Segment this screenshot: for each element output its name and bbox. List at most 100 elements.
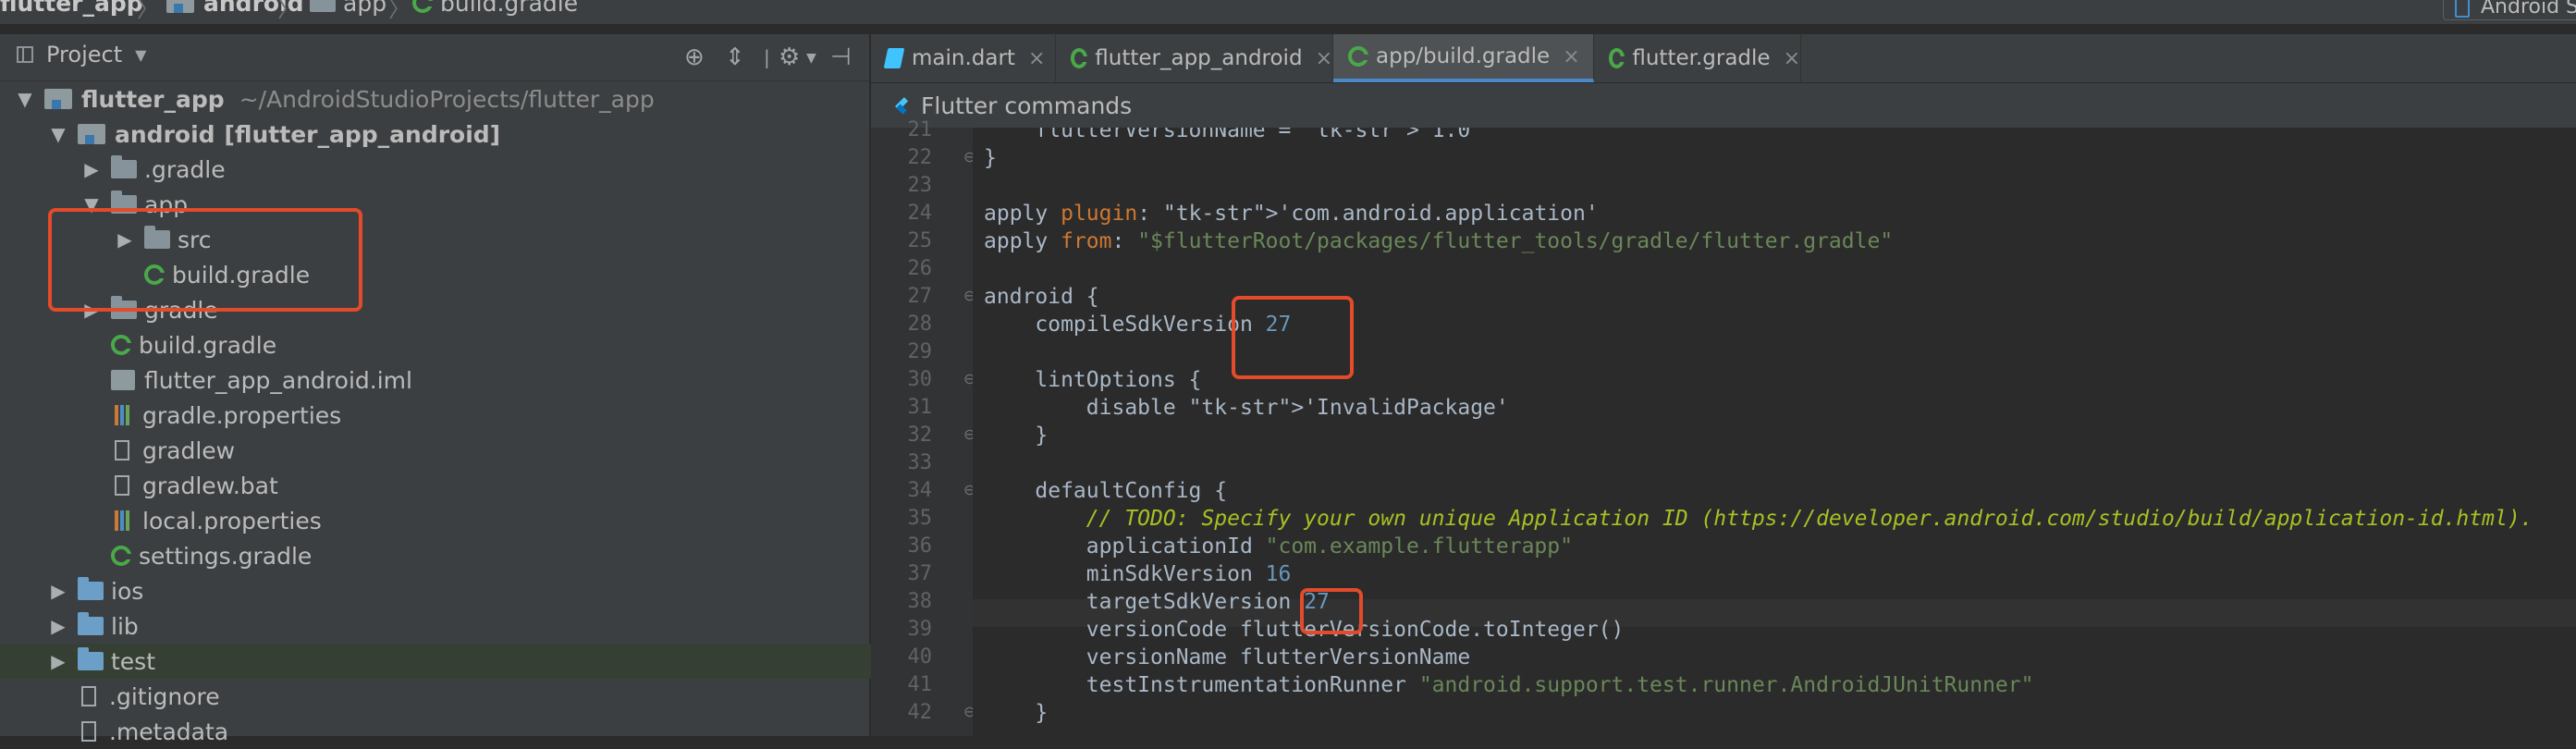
collapse-icon[interactable]: ⇕ [725,43,745,71]
code-line: applicationId "com.example.flutterapp" [984,534,1573,559]
tree-item-label: flutter_app [81,85,225,113]
gradle-icon [111,335,131,355]
code-line: // TODO: Specify your own unique Applica… [1086,507,2533,531]
gradle-icon [1609,48,1625,68]
line-number: 40 [907,645,933,669]
file-icon [115,475,129,496]
line-number: 31 [907,396,933,419]
tree-item[interactable]: local.properties [0,503,951,538]
code-line: testInstrumentationRunner "android.suppo… [984,673,2034,697]
line-number: 27 [907,285,933,308]
iml-icon [111,370,135,390]
tree-item[interactable]: ▼ android [flutter_app_android] [0,117,917,152]
project-view-selector[interactable]: Project ▼ [17,42,146,68]
breadcrumb-item[interactable]: build.gradle [412,0,578,17]
tree-item[interactable]: settings.gradle [0,538,951,573]
line-number: 34 [907,479,933,502]
tree-item[interactable]: ▶ lib [0,608,917,644]
device-selector-label: Android S [2481,0,2576,18]
tab-label: flutter.gradle [1632,46,1771,70]
tree-item-label: settings.gradle [139,542,313,570]
breadcrumb-separator: 〉 [277,0,300,22]
tree-item-label: build.gradle [139,331,277,359]
tree-item-label: test [111,647,156,675]
flutter-icon [893,95,906,116]
tree-item-label: .gitignore [109,682,220,710]
close-icon[interactable]: × [1028,47,1045,70]
code-line: targetSdkVersion 27 [984,590,1330,614]
highlight-box [1232,296,1354,379]
hide-icon[interactable]: ⊣ [830,43,852,71]
line-number: 36 [907,534,933,558]
breadcrumb-separator: 〉 [137,0,159,22]
line-number-gutter: 21 22 ⊖ 23 24 25 26 27 ⊖ 28 29 30 ⊖ 31 32 ⊖ 33 34 ⊖ 35 36 37 3… [871,118,975,736]
tab-label: flutter_app_android [1095,46,1303,70]
code-line: apply plugin: "tk-str">'com.android.appl… [984,202,1599,226]
file-icon [81,686,96,706]
tree-item-label: gradle.properties [142,401,342,429]
chevron-down-icon[interactable]: ▼ [806,51,816,66]
breadcrumb-item[interactable]: app [310,0,386,17]
gradle-icon [1071,48,1088,68]
flutter-commands-bar[interactable]: Flutter commands [871,83,2576,128]
navigation-bar: flutter_app 〉 android 〉 app 〉 build.grad… [0,0,2576,25]
gear-icon[interactable]: ⚙ [779,43,800,71]
expand-arrow-right-icon[interactable]: ▶ [81,158,102,180]
code-line: minSdkVersion 16 [984,562,1292,586]
expand-arrow-right-icon[interactable]: ▶ [48,580,68,602]
file-icon [81,721,96,742]
code-line: defaultConfig { [984,479,1228,503]
close-icon[interactable]: × [1316,47,1332,70]
code-line: apply from: "$flutterRoot/packages/flutt… [984,229,1894,253]
line-number: 29 [907,340,933,363]
tree-item-label: flutter_app_android.iml [144,366,412,394]
phone-icon [2455,0,2470,18]
tree-item[interactable]: gradle.properties [0,398,951,433]
folder-icon [111,155,137,178]
expand-arrow-right-icon[interactable]: ▶ [48,650,68,672]
line-number: 25 [907,229,933,252]
tab-label: app/build.gradle [1376,44,1551,68]
line-number: 21 [907,118,933,141]
tree-item[interactable]: .metadata [0,714,917,749]
code-line: } [984,146,997,170]
tree-item[interactable]: ▶ .gradle [0,152,951,187]
expand-arrow-down-icon[interactable]: ▼ [48,123,68,145]
module-icon [44,89,72,109]
expand-arrow-right-icon[interactable]: ▶ [48,615,68,637]
tab-main-dart[interactable]: main.dart × [871,34,1056,82]
line-number: 42 [907,701,933,724]
gradle-icon [1348,46,1368,67]
tree-item[interactable]: ▶ ios [0,573,917,608]
tree-item[interactable]: ▶ test [0,644,917,679]
tab-label: main.dart [912,46,1015,70]
breadcrumb-label: build.gradle [440,0,579,17]
line-number: 22 [907,146,933,169]
tab-flutter-gradle[interactable]: flutter.gradle × [1594,34,1801,82]
tab-flutter-app-android[interactable]: flutter_app_android × [1056,34,1333,82]
target-icon[interactable]: ⊕ [684,43,705,71]
line-number: 26 [907,257,933,280]
expand-arrow-down-icon[interactable]: ▼ [15,88,35,110]
tree-item[interactable]: flutter_app_android.iml [0,362,951,398]
code-line: lintOptions { [984,368,1202,392]
tree-item[interactable]: build.gradle [0,327,951,362]
tree-item[interactable]: ▼ flutter_app ~/AndroidStudioProjects/flut… [0,81,884,117]
tab-app-build-gradle[interactable]: app/build.gradle × [1333,34,1594,82]
properties-icon [115,510,129,531]
line-number: 38 [907,590,933,613]
tree-item[interactable]: .gitignore [0,679,917,714]
tree-item-label: gradlew.bat [142,472,278,499]
tree-item[interactable]: gradlew [0,433,951,468]
tree-item-label: local.properties [142,507,322,534]
breadcrumb-item[interactable]: flutter_app [0,0,143,17]
device-selector-button[interactable]: Android S [2443,0,2576,20]
close-icon[interactable]: × [1563,45,1579,68]
module-icon [78,124,105,144]
code-editor[interactable]: flutterVersionName = "tk-str">'1.0'} appl… [973,128,2576,736]
line-number: 41 [907,673,933,696]
close-icon[interactable]: × [1784,47,1800,70]
line-number: 32 [907,424,933,447]
tree-item[interactable]: gradlew.bat [0,468,951,503]
line-number: 30 [907,368,933,391]
